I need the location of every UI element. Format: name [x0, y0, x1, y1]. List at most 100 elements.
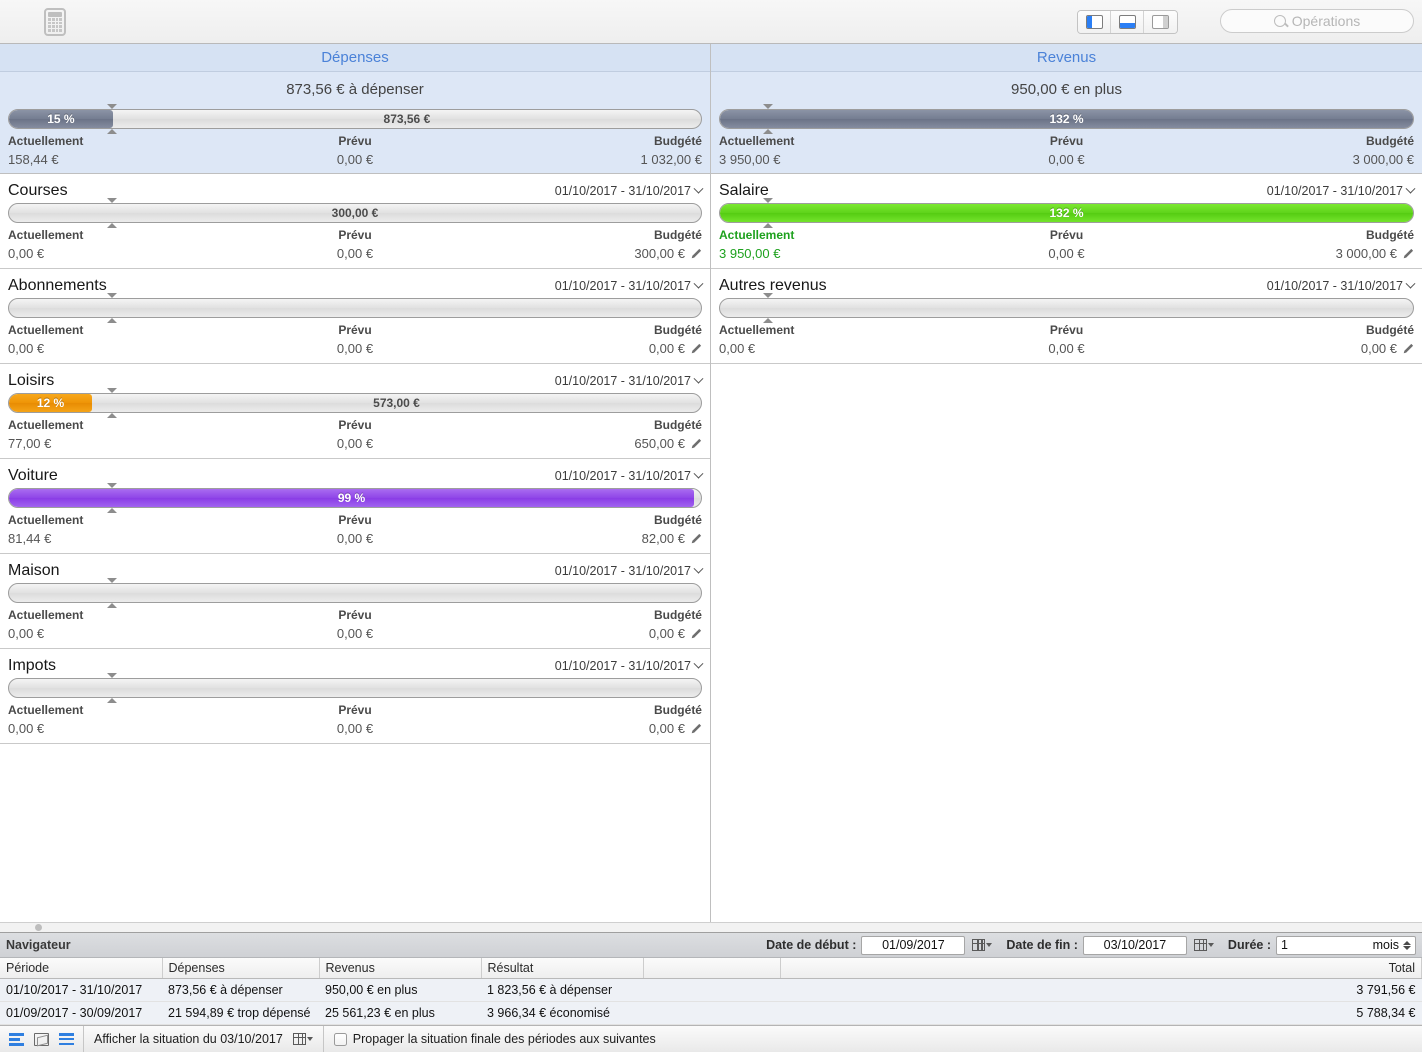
table-row[interactable]: 01/10/2017 - 31/10/2017873,56 € à dépens…	[0, 979, 1422, 1002]
progress-bar[interactable]: 15 %873,56 €	[8, 109, 702, 129]
navigator-col-5[interactable]: Total	[780, 958, 1422, 979]
navigator-col-3[interactable]: Résultat	[481, 958, 643, 979]
stat-budgeted-value: 3 000,00 €	[1182, 148, 1414, 167]
progress-bar[interactable]	[719, 298, 1414, 318]
edit-pencil-icon[interactable]	[690, 343, 702, 355]
budget-window: Opérations Dépenses873,56 € à dépenser15…	[0, 0, 1422, 1052]
category-header: Autres revenus 01/10/2017 - 31/10/2017	[719, 277, 1414, 295]
start-date-input[interactable]: 01/09/2017	[861, 936, 965, 955]
category-row[interactable]: Impots01/10/2017 - 31/10/2017Actuellemen…	[0, 649, 710, 744]
category-row[interactable]: Abonnements 01/10/2017 - 31/10/2017 Actuel…	[0, 269, 710, 364]
horizontal-scrollbar[interactable]	[0, 922, 1422, 932]
navigator-col-1[interactable]: Dépenses	[162, 958, 319, 979]
navigator-col-4[interactable]	[643, 958, 780, 979]
stat-budgeted-value: 1 032,00 €	[471, 148, 702, 167]
stat-budgeted: Budgété650,00 €	[471, 418, 702, 451]
propagate-checkbox[interactable]	[334, 1033, 347, 1046]
duration-stepper[interactable]: 1 mois	[1276, 936, 1416, 955]
category-title: Autres revenus	[719, 277, 827, 295]
start-date-label: Date de début :	[766, 938, 856, 952]
stat-budgeted-label: Budgété	[471, 513, 702, 527]
edit-pencil-icon[interactable]	[690, 533, 702, 545]
calculator-button[interactable]	[38, 5, 72, 39]
start-date-calendar-button[interactable]	[972, 939, 992, 951]
edit-pencil-icon[interactable]	[690, 438, 702, 450]
cell-revenus: 25 561,23 € en plus	[319, 1002, 481, 1025]
stat-budgeted-label: Budgété	[471, 323, 702, 337]
list-view-icon[interactable]	[9, 1033, 24, 1046]
bar-percent-label: 12 %	[9, 394, 92, 413]
category-row[interactable]: Maison01/10/2017 - 31/10/2017Actuellemen…	[0, 554, 710, 649]
stat-planned-label: Prévu	[239, 134, 470, 148]
progress-bar[interactable]	[8, 298, 702, 318]
end-date-input[interactable]: 03/10/2017	[1083, 936, 1187, 955]
stat-budgeted: Budgété1 032,00 €	[471, 134, 702, 167]
print-icon[interactable]	[34, 1033, 49, 1046]
stat-actual-label: Actuellement	[8, 418, 239, 432]
sidebar-left-toggle[interactable]	[1078, 11, 1111, 33]
stat-budgeted-value: 650,00 €	[471, 432, 702, 451]
edit-pencil-icon[interactable]	[1402, 248, 1414, 260]
end-date-calendar-button[interactable]	[1194, 939, 1214, 951]
stats-row: Actuellement0,00 €Prévu0,00 €Budgété0,00…	[8, 320, 702, 356]
category-row[interactable]: Voiture01/10/2017 - 31/10/201799 %Actuel…	[0, 459, 710, 554]
category-period-selector[interactable]: 01/10/2017 - 31/10/2017	[555, 564, 702, 578]
category-period-selector[interactable]: 01/10/2017 - 31/10/2017	[1267, 184, 1414, 198]
progress-bar[interactable]: 132 %	[719, 109, 1414, 129]
navigator-col-0[interactable]: Période	[0, 958, 162, 979]
category-period-selector[interactable]: 01/10/2017 - 31/10/2017	[555, 184, 702, 198]
bar-track: 99 %	[8, 488, 702, 508]
expenses-column: Dépenses873,56 € à dépenser15 %873,56 €A…	[0, 44, 711, 922]
category-period-selector[interactable]: 01/10/2017 - 31/10/2017	[1267, 279, 1414, 293]
progress-bar[interactable]	[8, 583, 702, 603]
category-period-selector[interactable]: 01/10/2017 - 31/10/2017	[555, 374, 702, 388]
search-input[interactable]: Opérations	[1220, 9, 1414, 33]
stat-planned-label: Prévu	[239, 418, 470, 432]
navigator-table-header: PériodeDépensesRevenusRésultat Total	[0, 958, 1422, 979]
summary-title: 873,56 € à dépenser	[8, 72, 702, 106]
end-date-control: Date de fin : 03/10/2017	[1006, 936, 1214, 955]
category-row[interactable]: Loisirs01/10/2017 - 31/10/201712 %573,00…	[0, 364, 710, 459]
edit-pencil-icon[interactable]	[690, 248, 702, 260]
category-title: Abonnements	[8, 277, 107, 295]
stat-budgeted-label: Budgété	[471, 418, 702, 432]
bar-track: 15 %873,56 €	[8, 109, 702, 129]
category-period-selector[interactable]: 01/10/2017 - 31/10/2017	[555, 469, 702, 483]
progress-bar[interactable]: 300,00 €	[8, 203, 702, 223]
category-list: Courses01/10/2017 - 31/10/2017300,00 €Ac…	[0, 174, 710, 922]
progress-bar[interactable]: 12 %573,00 €	[8, 393, 702, 413]
stats-row: Actuellement3 950,00 €Prévu0,00 €Budgété…	[719, 131, 1414, 167]
bar-amount-label: 573,00 €	[92, 394, 701, 413]
navigator-col-2[interactable]: Revenus	[319, 958, 481, 979]
stepper-arrows-icon[interactable]	[1403, 941, 1411, 950]
edit-pencil-icon[interactable]	[690, 723, 702, 735]
bar-percent-label: 99 %	[9, 489, 694, 508]
stat-actual-value: 158,44 €	[8, 148, 239, 167]
table-row[interactable]: 01/09/2017 - 30/09/201721 594,89 € trop …	[0, 1002, 1422, 1025]
progress-bar[interactable]: 132 %	[719, 203, 1414, 223]
category-row[interactable]: Salaire01/10/2017 - 31/10/2017132 %Actue…	[711, 174, 1422, 269]
navigator-title: Navigateur	[6, 938, 71, 952]
edit-pencil-icon[interactable]	[1402, 343, 1414, 355]
bar-track	[8, 298, 702, 318]
stat-planned-label: Prévu	[239, 513, 470, 527]
column-summary: 873,56 € à dépenser15 %873,56 €Actuellem…	[0, 72, 710, 174]
category-row[interactable]: Autres revenus01/10/2017 - 31/10/2017Act…	[711, 269, 1422, 364]
progress-bar[interactable]	[8, 678, 702, 698]
progress-bar[interactable]: 99 %	[8, 488, 702, 508]
category-period-selector[interactable]: 01/10/2017 - 31/10/2017	[555, 659, 702, 673]
stat-actual: Actuellement0,00 €	[8, 228, 239, 261]
cell-depenses: 873,56 € à dépenser	[162, 979, 319, 1002]
menu-icon[interactable]	[59, 1033, 74, 1045]
category-period-selector[interactable]: 01/10/2017 - 31/10/2017	[555, 279, 702, 293]
category-row[interactable]: Courses01/10/2017 - 31/10/2017300,00 €Ac…	[0, 174, 710, 269]
edit-pencil-icon[interactable]	[690, 628, 702, 640]
bar-amount-label: 873,56 €	[113, 110, 701, 129]
situation-calendar-button[interactable]	[293, 1033, 313, 1045]
stat-budgeted: Budgété0,00 €	[1182, 323, 1414, 356]
sidebar-right-toggle[interactable]	[1144, 11, 1177, 33]
propagate-checkbox-row: Propager la situation finale des période…	[324, 1032, 656, 1046]
marker-bottom-icon	[107, 413, 117, 418]
marker-bottom-icon	[107, 698, 117, 703]
bottom-pane-toggle[interactable]	[1111, 11, 1144, 33]
